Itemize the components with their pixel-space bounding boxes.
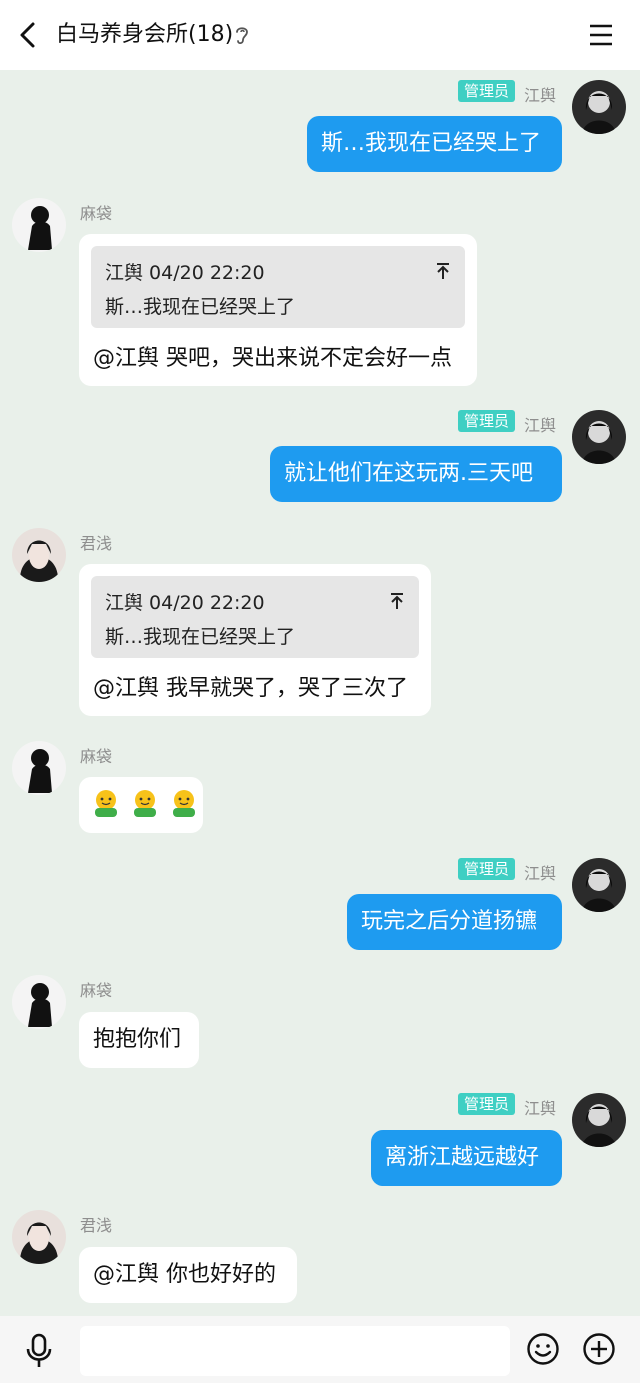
avatar-image (572, 858, 626, 912)
ear-icon (236, 27, 248, 45)
avatar[interactable] (12, 741, 66, 795)
quoted-message[interactable]: 江舆 04/20 22:20 斯…我现在已经哭上了 (91, 246, 465, 328)
reply-bubble[interactable]: 江舆 04/20 22:20 斯…我现在已经哭上了 @江舆 哭吧，哭出来说不定会… (79, 234, 477, 386)
avatar[interactable] (12, 1210, 66, 1264)
avatar-image (572, 80, 626, 134)
message-text: @江舆 我早就哭了，哭了三次了 (93, 676, 408, 701)
message-bubble[interactable]: 离浙江越远越好 (371, 1130, 562, 1186)
admin-badge: 管理员 (458, 1093, 516, 1115)
emoji-bubble[interactable] (79, 777, 203, 833)
admin-badge: 管理员 (458, 80, 516, 102)
sender-name: 江舆 (524, 1099, 557, 1118)
menu-icon[interactable] (586, 20, 616, 50)
message-text: @江舆 哭吧，哭出来说不定会好一点 (93, 346, 452, 371)
jump-up-arrow-icon[interactable] (389, 592, 405, 610)
avatar-image (12, 975, 66, 1029)
quote-text: 斯…我现在已经哭上了 (105, 296, 296, 318)
admin-badge: 管理员 (458, 858, 516, 880)
sender-name: 江舆 (524, 416, 557, 435)
quote-header: 江舆 04/20 22:20 (105, 592, 265, 614)
input-bar (0, 1316, 640, 1383)
chat-header: 白马养身会所(18) (0, 0, 640, 70)
avatar[interactable] (572, 410, 626, 464)
sender-name: 麻袋 (80, 204, 113, 223)
avatar[interactable] (572, 1093, 626, 1147)
quote-text: 斯…我现在已经哭上了 (105, 626, 296, 648)
quote-header: 江舆 04/20 22:20 (105, 262, 265, 284)
sender-name: 江舆 (524, 86, 557, 105)
reply-bubble[interactable]: 江舆 04/20 22:20 斯…我现在已经哭上了 @江舆 我早就哭了，哭了三次… (79, 564, 431, 716)
back-arrow-icon[interactable] (14, 20, 42, 50)
avatar-image (12, 741, 66, 795)
quoted-message[interactable]: 江舆 04/20 22:20 斯…我现在已经哭上了 (91, 576, 419, 658)
sender-name: 江舆 (524, 864, 557, 883)
avatar-image (12, 198, 66, 252)
sender-name: 君浅 (80, 534, 113, 553)
jump-up-arrow-icon[interactable] (435, 262, 451, 280)
sender-name: 君浅 (80, 1216, 113, 1235)
hug-emoji-icon (95, 790, 117, 817)
avatar-image (12, 1210, 66, 1264)
message-bubble[interactable]: 玩完之后分道扬镳 (347, 894, 562, 950)
avatar-image (12, 528, 66, 582)
hug-emoji-icon (173, 790, 195, 817)
avatar[interactable] (572, 80, 626, 134)
emoji-icon[interactable] (526, 1332, 560, 1366)
avatar[interactable] (12, 528, 66, 582)
group-title: 白马养身会所(18) (56, 22, 234, 47)
admin-badge: 管理员 (458, 410, 516, 432)
hug-emoji-icon (134, 790, 156, 817)
avatar[interactable] (12, 975, 66, 1029)
message-bubble[interactable]: @江舆 你也好好的 (79, 1247, 297, 1303)
message-bubble[interactable]: 抱抱你们 (79, 1012, 199, 1068)
avatar-image (572, 1093, 626, 1147)
microphone-icon[interactable] (22, 1332, 56, 1370)
message-input[interactable] (80, 1326, 510, 1376)
avatar[interactable] (572, 858, 626, 912)
message-bubble[interactable]: 就让他们在这玩两.三天吧 (270, 446, 562, 502)
plus-icon[interactable] (582, 1332, 616, 1366)
avatar-image (572, 410, 626, 464)
sender-name: 麻袋 (80, 747, 113, 766)
avatar[interactable] (12, 198, 66, 252)
message-bubble[interactable]: 斯…我现在已经哭上了 (307, 116, 562, 172)
sender-name: 麻袋 (80, 981, 113, 1000)
